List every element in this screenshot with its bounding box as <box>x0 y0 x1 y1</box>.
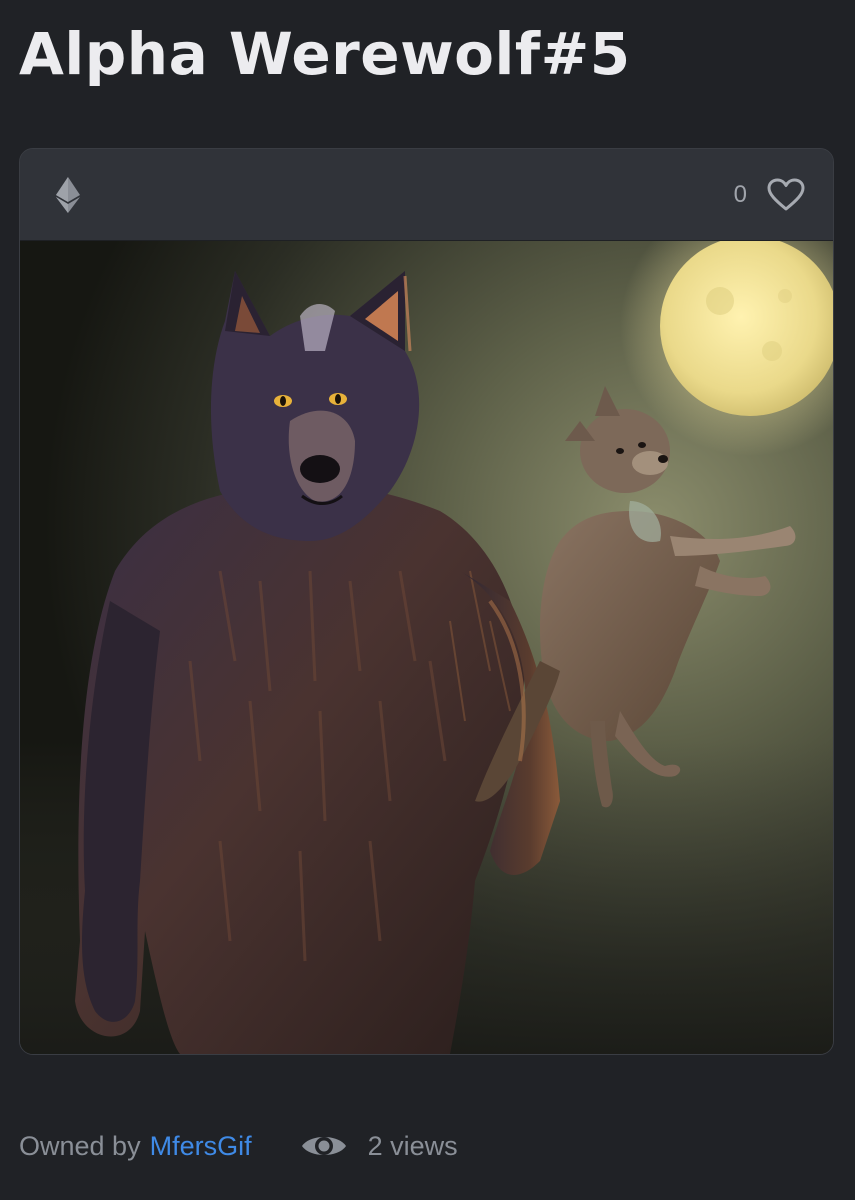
werewolf-artwork-image[interactable] <box>20 241 833 1054</box>
item-ownership-bar: Owned by MfersGif 2 views <box>19 1124 458 1168</box>
owned-by-label: Owned by <box>19 1130 141 1161</box>
heart-outline-icon[interactable] <box>767 178 805 212</box>
eye-icon <box>301 1137 346 1155</box>
nft-card: 0 <box>19 148 834 1055</box>
nft-artwork[interactable] <box>20 241 833 1054</box>
favorite-button[interactable]: 0 <box>734 175 805 215</box>
ethereum-icon <box>56 177 80 213</box>
views-count: 2 views <box>367 1130 458 1161</box>
like-count: 0 <box>733 181 747 208</box>
owner-link[interactable]: MfersGif <box>150 1131 252 1162</box>
card-header: 0 <box>20 149 833 241</box>
page-title: Alpha Werewolf#5 <box>19 20 631 88</box>
